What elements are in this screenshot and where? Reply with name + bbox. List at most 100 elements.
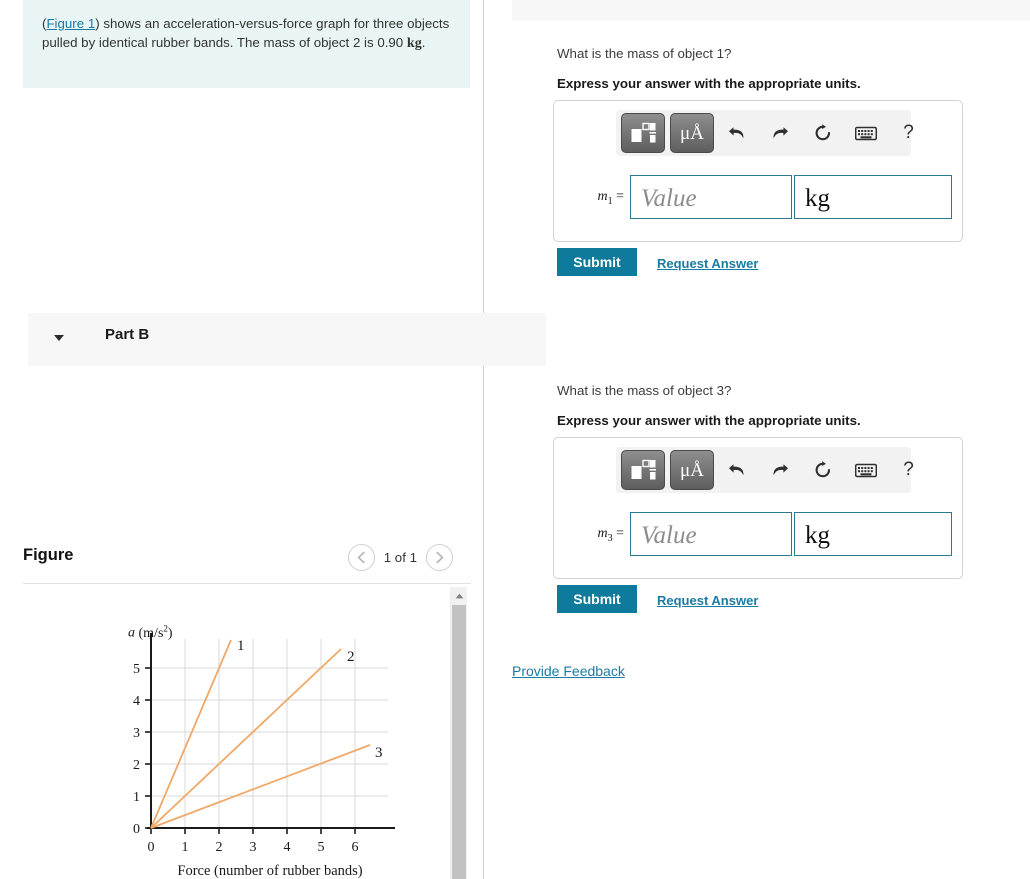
figure-header: Figure 1 of 1 (23, 544, 471, 583)
svg-text:5: 5 (133, 662, 140, 677)
part-b-question: What is the mass of object 3? (557, 383, 732, 398)
svg-text:2: 2 (133, 758, 140, 773)
part-a-math-toolbar: μÅ ? (616, 110, 914, 156)
chart-line-3 (150, 744, 371, 829)
svg-text:4: 4 (284, 840, 291, 855)
part-a-value-input[interactable]: Value (630, 175, 792, 219)
statement-period: . (421, 35, 426, 50)
figure-page-indicator: 1 of 1 (383, 550, 417, 565)
figure-pager: 1 of 1 (347, 544, 453, 571)
left-panel: (Figure 1) shows an acceleration-versus-… (0, 0, 484, 879)
part-a-answer-row: m1 = Value kg (554, 163, 962, 233)
svg-text:0: 0 (133, 822, 140, 837)
part-b-request-answer-link[interactable]: Request Answer (657, 593, 758, 608)
chart-series-label-1: 1 (237, 638, 245, 654)
help-button[interactable]: ? (888, 451, 929, 489)
keyboard-icon (854, 463, 877, 477)
problem-statement-box: (Figure 1) shows an acceleration-versus-… (23, 0, 470, 88)
figure-next-button[interactable] (426, 544, 453, 571)
part-b-math-toolbar: μÅ ? (616, 447, 914, 493)
part-a-answer-panel: μÅ ? m1 = Value kg (553, 100, 963, 242)
math-template-icon (631, 459, 656, 480)
chevron-left-icon (357, 551, 365, 564)
units-label: μÅ (680, 122, 704, 144)
svg-text:6: 6 (352, 840, 359, 855)
svg-text:3: 3 (133, 726, 140, 741)
part-a-request-answer-link[interactable]: Request Answer (657, 256, 758, 271)
part-a-question: What is the mass of object 1? (557, 46, 732, 61)
part-a-submit-button[interactable]: Submit (557, 248, 637, 276)
redo-arrow-icon (773, 127, 788, 139)
scrollbar-up-button[interactable] (451, 587, 467, 604)
keyboard-button[interactable] (845, 451, 886, 489)
acceleration-force-chart: a (m/s2) 0 1 2 3 4 5 0 1 2 3 4 5 6 1 2 3… (23, 587, 450, 879)
svg-text:3: 3 (250, 840, 257, 855)
chart-y-tick-labels: 0 1 2 3 4 5 (133, 662, 140, 837)
chart-x-tick-labels: 0 1 2 3 4 5 6 (148, 840, 359, 855)
help-label: ? (903, 122, 914, 143)
part-b-label: Part B (105, 326, 150, 343)
figure-title: Figure (23, 546, 74, 564)
part-a-header[interactable]: Part A (512, 0, 1030, 21)
math-template-button[interactable] (621, 113, 665, 153)
part-a-variable-label: m1 = (597, 189, 624, 207)
chart-x-axis-label: Force (number of rubber bands) (177, 863, 362, 879)
svg-text:0: 0 (148, 840, 155, 855)
mass-unit-kg: kg (406, 36, 422, 51)
part-b-answer-row: m3 = Value kg (554, 500, 962, 570)
figure-1-link[interactable]: Figure 1 (46, 16, 95, 31)
redo-button[interactable] (759, 451, 800, 489)
units-button[interactable]: μÅ (670, 113, 714, 153)
units-button[interactable]: μÅ (670, 450, 714, 490)
help-label: ? (903, 459, 914, 480)
statement-body: ) shows an acceleration-versus-force gra… (42, 16, 450, 50)
chart-gridlines-horizontal (151, 667, 388, 797)
part-a-instruction: Express your answer with the appropriate… (557, 76, 861, 91)
chart-svg: 0 1 2 3 4 5 0 1 2 3 4 5 6 1 2 3 Force (n… (133, 633, 395, 879)
undo-button[interactable] (716, 114, 757, 152)
part-a-unit-input[interactable]: kg (794, 175, 952, 219)
part-b-variable-label: m3 = (597, 526, 624, 544)
part-b-value-input[interactable]: Value (630, 512, 792, 556)
chart-line-2 (150, 648, 342, 829)
chart-series-label-2: 2 (347, 649, 355, 665)
svg-text:1: 1 (182, 840, 189, 855)
chart-gridlines-vertical (184, 639, 356, 828)
help-button[interactable]: ? (888, 114, 929, 152)
undo-arrow-icon (728, 464, 743, 476)
math-template-icon (631, 122, 656, 143)
problem-statement-text: (Figure 1) shows an acceleration-versus-… (42, 14, 454, 53)
reset-button[interactable] (802, 451, 843, 489)
part-b-unit-input[interactable]: kg (794, 512, 952, 556)
units-label: μÅ (680, 459, 704, 481)
keyboard-button[interactable] (845, 114, 886, 152)
svg-text:2: 2 (216, 840, 223, 855)
math-template-button[interactable] (621, 450, 665, 490)
figure-prev-button[interactable] (347, 544, 375, 571)
figure-scrollbar[interactable] (450, 587, 467, 879)
triangle-up-icon (455, 593, 463, 598)
figure-viewport: a (m/s2) 0 1 2 3 4 5 0 1 2 3 4 5 6 1 2 3… (23, 587, 450, 879)
scrollbar-thumb[interactable] (452, 605, 466, 879)
provide-feedback-link[interactable]: Provide Feedback (512, 663, 625, 679)
keyboard-icon (854, 126, 877, 140)
svg-text:5: 5 (318, 840, 325, 855)
problem-page: (Figure 1) shows an acceleration-versus-… (0, 0, 1030, 879)
undo-button[interactable] (716, 451, 757, 489)
figure-divider (23, 583, 471, 584)
chart-series-label-3: 3 (375, 745, 383, 761)
svg-text:1: 1 (133, 790, 140, 805)
refresh-circle-icon (815, 124, 830, 141)
redo-arrow-icon (773, 464, 788, 476)
part-b-answer-panel: μÅ ? m3 = Value kg (553, 437, 963, 579)
undo-arrow-icon (728, 127, 743, 139)
triangle-down-icon (54, 335, 64, 341)
reset-button[interactable] (802, 114, 843, 152)
part-b-submit-button[interactable]: Submit (557, 585, 637, 613)
svg-text:4: 4 (133, 694, 140, 709)
redo-button[interactable] (759, 114, 800, 152)
chevron-right-icon (436, 551, 444, 564)
part-b-instruction: Express your answer with the appropriate… (557, 413, 861, 428)
chart-y-axis-label: a (m/s2) (128, 623, 173, 641)
part-b-header[interactable]: Part B (28, 313, 546, 366)
